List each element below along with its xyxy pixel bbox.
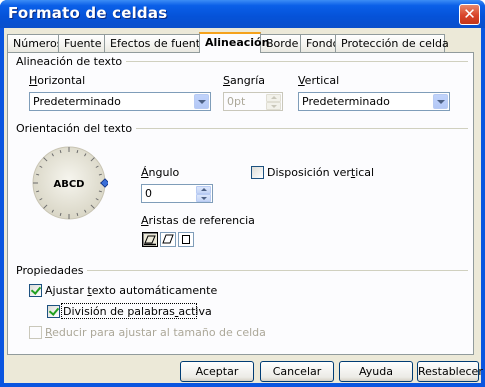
section-text-orientation: Orientación del texto [16, 122, 137, 135]
section-text-alignment: Alineación de texto [16, 55, 127, 68]
reference-edge-inside-button[interactable] [178, 232, 194, 247]
section-divider [126, 128, 468, 129]
section-divider [118, 61, 468, 62]
tab-fondo[interactable]: Fondo [300, 34, 339, 52]
dialog-title: Formato de celdas [8, 4, 168, 22]
spin-up-icon[interactable] [196, 186, 211, 194]
shrink-to-fit-checkbox[interactable] [29, 326, 42, 339]
vertical-layout-checkbox[interactable] [251, 166, 264, 179]
reference-edge-bottom-button[interactable] [142, 232, 158, 247]
horizontal-label: Horizontal [29, 74, 86, 87]
indent-label: Sangría [223, 74, 265, 87]
vertical-layout-label[interactable]: Disposición vertical [267, 166, 374, 179]
dialog-window: Formato de celdas ✕ Números Fuente Efect… [0, 0, 485, 387]
chevron-down-icon[interactable] [194, 94, 209, 109]
vertical-select-value: Predeterminado [302, 95, 390, 108]
indent-spinner[interactable]: 0pt [223, 92, 283, 111]
spin-up-icon[interactable] [266, 94, 281, 102]
chevron-down-icon[interactable] [433, 94, 448, 109]
reference-edge-top-button[interactable] [160, 232, 176, 247]
spin-down-icon[interactable] [266, 102, 281, 110]
horizontal-select-value: Predeterminado [33, 95, 121, 108]
dial-text: ABCD [53, 179, 84, 190]
edge-top-icon [162, 234, 174, 244]
section-divider [86, 270, 468, 271]
edge-inside-icon [182, 235, 190, 244]
horizontal-select[interactable]: Predeterminado [29, 92, 211, 111]
hyphenation-label[interactable]: División de palabras activa [63, 305, 212, 318]
vertical-label: Vertical [298, 74, 340, 87]
spin-down-icon[interactable] [196, 194, 211, 202]
wrap-text-checkbox[interactable] [29, 284, 42, 297]
title-bar[interactable]: Formato de celdas ✕ [0, 0, 485, 28]
ok-button[interactable]: Aceptar [180, 361, 254, 382]
tab-fuente[interactable]: Fuente [58, 34, 105, 52]
edge-bottom-icon [144, 235, 156, 246]
angle-label: Ángulo [141, 166, 180, 179]
reference-edges-label: Aristas de referencia [141, 214, 255, 227]
section-properties: Propiedades [16, 264, 88, 277]
tab-numeros[interactable]: Números [7, 34, 62, 52]
reset-button[interactable]: Restablecer [417, 361, 483, 382]
dialog-body: Números Fuente Efectos de fuente Alineac… [4, 28, 483, 383]
tab-alineacion[interactable]: Alineación [199, 32, 269, 53]
cancel-button[interactable]: Cancelar [260, 361, 334, 382]
help-button[interactable]: Ayuda [339, 361, 413, 382]
hyphenation-checkbox[interactable] [47, 305, 60, 318]
tab-proteccion-celda[interactable]: Protección de celda [335, 34, 449, 52]
angle-spinner[interactable]: 0 [141, 184, 213, 203]
alignment-panel: Alineación de texto Horizontal Sangría V… [7, 52, 474, 355]
wrap-text-label[interactable]: Ajustar texto automáticamente [45, 284, 217, 297]
orientation-dial[interactable]: ABCD [30, 144, 108, 222]
angle-value: 0 [145, 187, 152, 200]
shrink-to-fit-label: Reducir para ajustar al tamaño de celda [45, 326, 266, 339]
close-icon[interactable]: ✕ [459, 4, 480, 25]
vertical-select[interactable]: Predeterminado [298, 92, 450, 111]
indent-value: 0pt [227, 95, 246, 108]
tab-efectos-fuente[interactable]: Efectos de fuente [104, 34, 207, 52]
